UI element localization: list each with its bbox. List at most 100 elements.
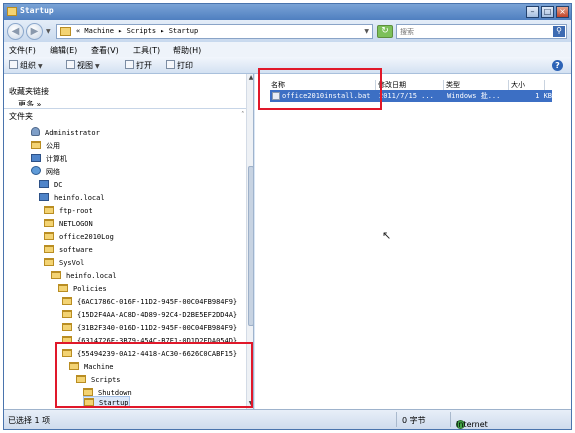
menu-tools[interactable]: 工具(T) — [133, 45, 160, 56]
views-label: 视图 — [77, 61, 93, 70]
file-list: 名称 修改日期 类型 大小 office2010install.bat 2011… — [255, 74, 571, 409]
tree-item-label: ftp-root — [59, 207, 93, 215]
tree-item-label: Policies — [73, 285, 107, 293]
address-bar[interactable]: « Machine ▸ Scripts ▸ Startup ▼ — [56, 24, 373, 39]
chevron-down-icon: ▼ — [95, 63, 100, 70]
tree-item-heinfo-local[interactable]: heinfo.local — [51, 270, 117, 282]
refresh-button[interactable]: ↻ — [377, 25, 393, 38]
tree-item-computer[interactable]: 计算机 — [31, 153, 67, 165]
folder-icon — [51, 271, 61, 279]
tree-item-sysvol[interactable]: SysVol — [44, 257, 84, 269]
recent-pages-dropdown-icon[interactable]: ▼ — [46, 28, 51, 35]
tree-item-label: NETLOGON — [59, 220, 93, 228]
tree-item-label: software — [59, 246, 93, 254]
open-button[interactable]: 打开 — [125, 60, 152, 71]
explorer-window: Startup – □ × ◀ ▶ ▼ « Machine ▸ Scripts … — [3, 3, 572, 430]
tree-item-policy[interactable]: {31B2F340-016D-11D2-945F-00C04FB984F9} — [62, 322, 237, 334]
organize-label: 组织 — [20, 61, 36, 70]
status-bar: 已选择 1 项 0 字节 Internet — [4, 409, 571, 429]
open-label: 打开 — [136, 61, 152, 70]
tree-item-ftp-root[interactable]: ftp-root — [44, 205, 93, 217]
views-button[interactable]: 视图 ▼ — [66, 60, 100, 71]
annotation-box-file — [258, 68, 382, 110]
menu-bar: 文件(F) 编辑(E) 查看(V) 工具(T) 帮助(H) — [4, 42, 571, 57]
tree-item-label: DC — [54, 181, 63, 189]
print-label: 打印 — [177, 61, 193, 70]
tree-item-label: {31B2F340-016D-11D2-945F-00C04FB984F9} — [77, 324, 238, 332]
help-icon[interactable]: ? — [552, 60, 563, 71]
menu-view[interactable]: 查看(V) — [91, 45, 119, 56]
zone-label: Internet — [456, 420, 488, 429]
tree-item-label: SysVol — [59, 259, 85, 267]
forward-button[interactable]: ▶ — [26, 23, 43, 40]
folder-icon — [62, 310, 72, 318]
tree-item-label: 网络 — [46, 168, 60, 176]
tree-item-label: {6AC1786C-016F-11D2-945F-00C04FB984F9} — [77, 298, 238, 306]
computer-icon — [31, 154, 41, 162]
folder-icon — [7, 7, 17, 16]
selection-status: 已选择 1 项 — [8, 416, 51, 425]
tree-item-policy[interactable]: {15D2F4AA-AC8D-4D89-92C4-D2BE5EF2DD4A} — [62, 309, 237, 321]
folder-icon — [31, 141, 41, 149]
address-dropdown-icon[interactable]: ▼ — [364, 28, 369, 35]
tree-item-label: {15D2F4AA-AC8D-4D89-92C4-D2BE5EF2DD4A} — [77, 311, 238, 319]
folder-icon — [62, 297, 72, 305]
back-button[interactable]: ◀ — [7, 23, 24, 40]
breadcrumb[interactable]: « Machine ▸ Scripts ▸ Startup — [76, 27, 198, 35]
mouse-cursor-icon: ↖ — [382, 229, 392, 242]
tree-item-policy[interactable]: {6AC1786C-016F-11D2-945F-00C04FB984F9} — [62, 296, 237, 308]
search-icon[interactable]: ⚲ — [553, 26, 565, 37]
views-icon — [66, 60, 75, 69]
search-box[interactable]: ⚲ — [396, 24, 567, 39]
tree-item-dc[interactable]: DC — [39, 179, 62, 191]
close-button[interactable]: × — [556, 6, 569, 18]
folder-icon — [60, 27, 71, 36]
search-input[interactable] — [400, 26, 545, 37]
folder-icon — [44, 258, 54, 266]
tree-item-label: 公用 — [46, 142, 60, 150]
print-button[interactable]: 打印 — [166, 60, 193, 71]
scroll-up-icon[interactable]: ▲ — [247, 74, 253, 83]
network-icon — [31, 166, 41, 175]
status-divider — [396, 412, 397, 427]
window-title: Startup — [20, 6, 54, 15]
computer-icon — [39, 193, 49, 201]
printer-icon — [166, 60, 175, 69]
column-modified[interactable]: 修改日期 — [376, 80, 444, 90]
tree-item-policies[interactable]: Policies — [58, 283, 107, 295]
maximize-button[interactable]: □ — [541, 6, 554, 18]
minimize-button[interactable]: – — [526, 6, 539, 18]
tree-item-public[interactable]: 公用 — [31, 140, 60, 152]
file-type: Windows 批... — [447, 92, 501, 100]
status-divider — [450, 412, 451, 427]
navigation-bar: ◀ ▶ ▼ « Machine ▸ Scripts ▸ Startup ▼ ↻ … — [4, 20, 571, 42]
menu-help[interactable]: 帮助(H) — [173, 45, 201, 56]
file-size: 1 KB — [535, 92, 552, 100]
folder-icon — [62, 323, 72, 331]
tree-item-label: office2010Log — [59, 233, 114, 241]
folder-icon — [44, 206, 54, 214]
scrollbar-thumb[interactable] — [248, 166, 253, 326]
annotation-box-tree — [55, 342, 253, 408]
folder-icon — [44, 219, 54, 227]
tree-item-label: Administrator — [45, 129, 100, 137]
tree-item-office2010log[interactable]: office2010Log — [44, 231, 114, 243]
computer-icon — [39, 180, 49, 188]
tree-item-network[interactable]: 网络 — [31, 166, 60, 178]
organize-button[interactable]: 组织 ▼ — [9, 60, 43, 71]
organize-icon — [9, 60, 18, 69]
file-modified: 2011/7/15 ... — [379, 92, 434, 100]
column-type[interactable]: 类型 — [444, 80, 509, 90]
title-bar[interactable]: Startup – □ × — [4, 4, 571, 20]
menu-edit[interactable]: 编辑(E) — [50, 45, 77, 56]
folder-icon — [44, 232, 54, 240]
tree-item-label: 计算机 — [46, 155, 67, 163]
tree-item-label: heinfo.local — [66, 272, 117, 280]
tree-item-administrator[interactable]: Administrator — [31, 127, 100, 139]
column-size[interactable]: 大小 — [509, 80, 545, 90]
tree-item-netlogon[interactable]: NETLOGON — [44, 218, 93, 230]
tree-item-software[interactable]: software — [44, 244, 93, 256]
tree-item-heinfo-server[interactable]: heinfo.local — [39, 192, 105, 204]
menu-file[interactable]: 文件(F) — [9, 45, 36, 56]
folder-icon — [44, 245, 54, 253]
